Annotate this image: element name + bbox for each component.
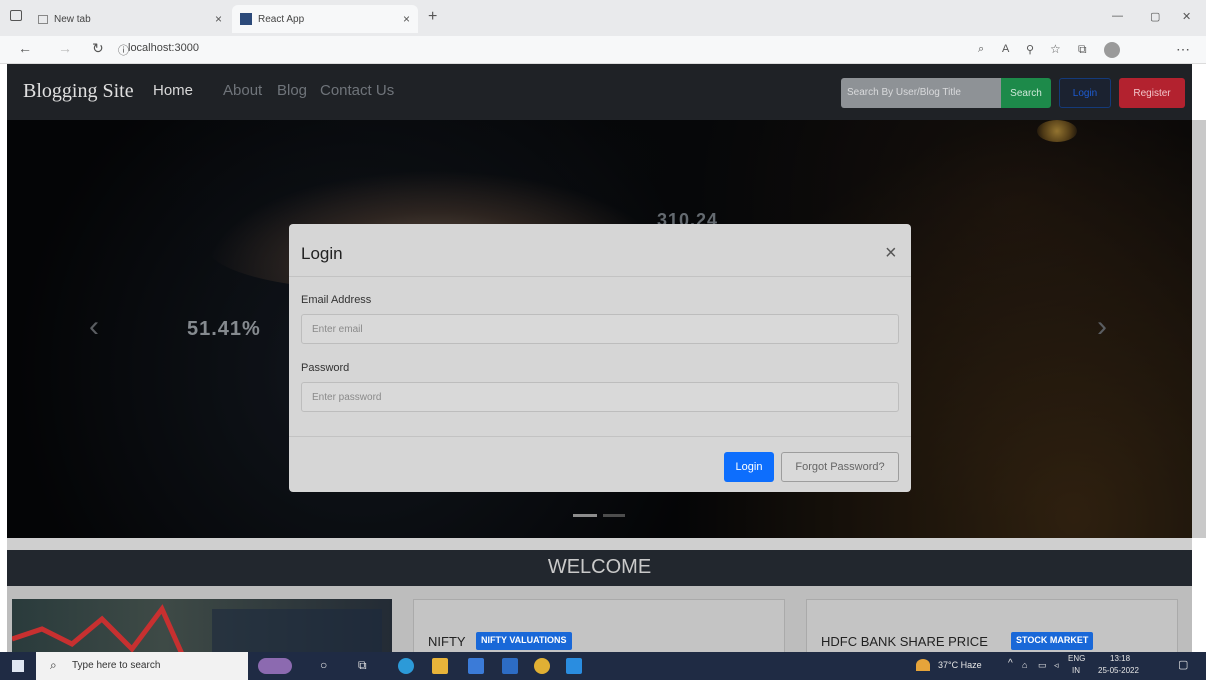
forward-arrow-icon[interactable]: → [58, 40, 72, 56]
tray-chevron-icon[interactable]: ^ [1008, 658, 1013, 669]
battery-icon[interactable]: ▭ [1038, 660, 1047, 671]
modal-footer-divider [289, 436, 911, 437]
card-title: NIFTY [428, 634, 466, 649]
maximize-button[interactable]: ▢ [1150, 10, 1160, 23]
collections-icon[interactable]: ⧉ [1078, 42, 1087, 57]
card-badge[interactable]: NIFTY VALUATIONS [476, 632, 572, 650]
modal-header-divider [289, 276, 911, 277]
login-modal: Login × Email Address Enter email Passwo… [289, 224, 911, 492]
nav-link-about[interactable]: About [223, 82, 262, 99]
modal-title: Login [301, 244, 343, 263]
notifications-icon[interactable]: ▢ [1178, 658, 1188, 671]
mail-icon[interactable] [502, 658, 518, 674]
clock-date: 25-05-2022 [1098, 666, 1139, 675]
clock-time[interactable]: 13:18 [1110, 654, 1130, 663]
profile-avatar[interactable] [1104, 42, 1120, 58]
nav-link-contact[interactable]: Contact Us [320, 82, 394, 99]
weather-icon[interactable] [916, 659, 930, 671]
site-brand[interactable]: Blogging Site [23, 80, 134, 103]
search-input[interactable]: Search By User/Blog Title [841, 78, 1001, 108]
site-navbar: Blogging Site Home About Blog Contact Us… [7, 64, 1192, 120]
nav-link-blog[interactable]: Blog [277, 82, 307, 99]
tab-label: New tab [54, 13, 91, 25]
tab-label: React App [258, 13, 305, 25]
extensions-icon[interactable]: ⚲ [1026, 43, 1034, 56]
weather-text[interactable]: 37°C Haze [938, 660, 982, 670]
taskbar-search-placeholder: Type here to search [72, 660, 161, 671]
windows-taskbar: ⌕ Type here to search ○ ⧉ 37°C Haze ^ ⌂ … [0, 652, 1206, 680]
task-view-icon[interactable]: ⧉ [358, 658, 367, 673]
register-button[interactable]: Register [1119, 78, 1185, 108]
minimize-button[interactable]: — [1112, 10, 1123, 22]
login-button[interactable]: Login [724, 452, 774, 482]
search-icon: ⌕ [50, 658, 57, 672]
close-tab-icon[interactable]: × [215, 12, 222, 26]
store-icon[interactable] [468, 658, 484, 674]
tab-actions-icon[interactable] [10, 10, 22, 21]
file-explorer-icon[interactable] [432, 658, 448, 674]
refresh-icon[interactable]: ↻ [92, 40, 104, 57]
new-tab-button[interactable]: + [428, 8, 437, 26]
taskbar-search-input[interactable]: ⌕ Type here to search [36, 652, 248, 680]
password-field[interactable]: Enter password [301, 382, 899, 412]
volume-icon[interactable]: ◃ [1054, 660, 1059, 671]
windows-start-icon[interactable] [12, 660, 24, 672]
chrome-icon[interactable] [534, 658, 550, 674]
card-badge[interactable]: STOCK MARKET [1011, 632, 1094, 650]
edge-browser-icon[interactable] [398, 658, 414, 674]
close-window-button[interactable]: ✕ [1182, 10, 1191, 23]
blog-card-hdfc[interactable]: HDFC BANK SHARE PRICE STOCK MARKET [806, 599, 1178, 659]
more-menu-icon[interactable]: ⋯ [1176, 41, 1190, 58]
widgets-icon[interactable] [258, 658, 292, 674]
cortana-icon[interactable]: ○ [320, 658, 327, 672]
read-aloud-icon[interactable]: A [1002, 43, 1009, 55]
search-page-icon[interactable]: ⌕ [978, 43, 984, 56]
close-icon[interactable]: × [885, 242, 897, 265]
search-button[interactable]: Search [1001, 78, 1051, 108]
nav-login-button[interactable]: Login [1059, 78, 1111, 108]
new-tab-icon [38, 14, 48, 24]
email-label: Email Address [301, 294, 372, 306]
nav-link-home[interactable]: Home [153, 82, 193, 99]
blog-card-nifty[interactable]: NIFTY NIFTY VALUATIONS [413, 599, 785, 659]
card-title: HDFC BANK SHARE PRICE [821, 634, 988, 649]
tab-new-tab[interactable]: New tab × [30, 5, 230, 33]
vscode-icon[interactable] [566, 658, 582, 674]
react-favicon-icon [240, 13, 252, 25]
card-chart-image[interactable] [12, 599, 392, 659]
password-label: Password [301, 362, 350, 374]
region-indicator: IN [1072, 666, 1080, 675]
favorites-icon[interactable]: ☆ [1050, 42, 1061, 56]
tab-react-app[interactable]: React App × [232, 5, 418, 33]
language-indicator[interactable]: ENG [1068, 654, 1085, 663]
email-field[interactable]: Enter email [301, 314, 899, 344]
page-scrollbar[interactable] [1192, 120, 1206, 538]
close-tab-icon[interactable]: × [403, 12, 410, 26]
address-bar: ← → ↻ ⓘ localhost:3000 ⌕ A ⚲ ☆ ⧉ ⋯ [0, 36, 1206, 64]
forgot-password-button[interactable]: Forgot Password? [781, 452, 899, 482]
url-field[interactable]: localhost:3000 [128, 42, 199, 54]
back-arrow-icon[interactable]: ← [18, 40, 32, 56]
stock-chart-graphic [12, 604, 382, 656]
network-icon[interactable]: ⌂ [1022, 660, 1027, 670]
welcome-heading: WELCOME [7, 550, 1192, 586]
browser-tab-strip: New tab × React App × + — ▢ ✕ [0, 0, 1206, 36]
